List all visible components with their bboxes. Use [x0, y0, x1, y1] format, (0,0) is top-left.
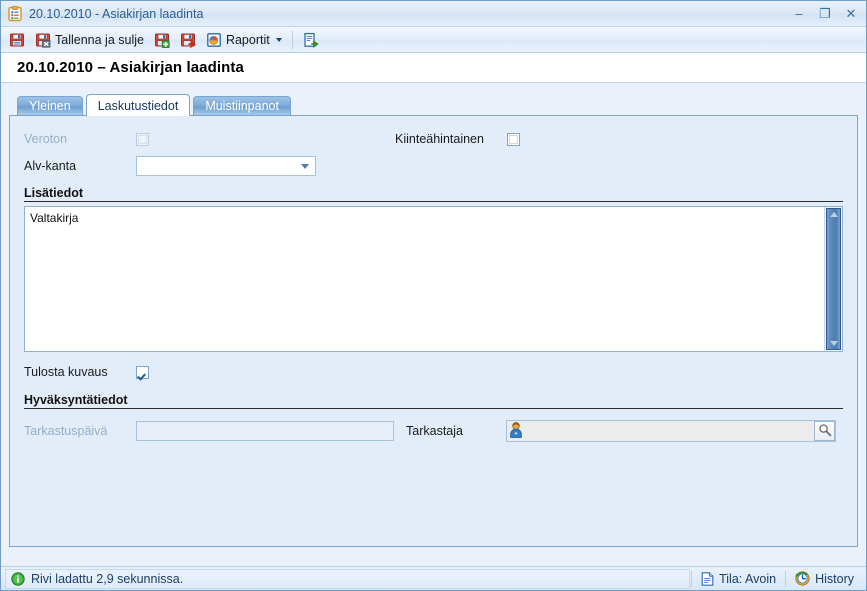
toolbar-save-and-close-label: Tallenna ja sulje [55, 32, 144, 47]
checkbox-inner [509, 134, 518, 144]
tarkastuspaiva-value [137, 422, 141, 436]
toolbar: Tallenna ja sulje Raportit [1, 27, 866, 53]
maximize-button[interactable]: ❐ [812, 4, 838, 24]
status-bar: Rivi ladattu 2,9 sekunnissa. Tila: Avoin [1, 566, 866, 590]
section-hyvaksyntatiedot: Hyväksyntätiedot [24, 393, 843, 409]
section-divider [24, 408, 843, 409]
content-area: Yleinen Laskutustiedot Muistiinpanot Ver… [1, 83, 866, 566]
section-hyvaksyntatiedot-title: Hyväksyntätiedot [24, 393, 128, 407]
row-veroton: Veroton Kiinteähintainen [24, 128, 843, 150]
checkbox-inner [138, 134, 147, 144]
history-icon [795, 571, 810, 586]
veroton-label: Veroton [24, 132, 68, 146]
toolbar-save-and-close-button[interactable]: Tallenna ja sulje [31, 28, 148, 52]
tarkastuspaiva-label: Tarkastuspäivä [24, 424, 108, 438]
tab-laskutustiedot-label: Laskutustiedot [97, 98, 179, 113]
tab-yleinen-label: Yleinen [29, 99, 71, 113]
kiinteahintainen-checkbox[interactable] [507, 132, 520, 146]
toolbar-reports-label: Raportit [225, 32, 270, 47]
tab-strip: Yleinen Laskutustiedot Muistiinpanot [9, 93, 858, 116]
toolbar-save-and-new-button[interactable] [150, 28, 174, 52]
row-tulosta-kuvaus: Tulosta kuvaus [24, 361, 843, 383]
window-title: 20.10.2010 - Asiakirjan laadinta [29, 6, 204, 21]
minimize-button[interactable]: – [786, 4, 812, 24]
row-alv-kanta: Alv-kanta [24, 154, 843, 178]
magnifier-icon [818, 423, 832, 440]
tarkastaja-lookup[interactable] [506, 420, 836, 442]
status-message: Rivi ladattu 2,9 sekunnissa. [31, 571, 184, 586]
tab-muistiinpanot-label: Muistiinpanot [205, 99, 279, 113]
title-bar: 20.10.2010 - Asiakirjan laadinta – ❐ ✕ [1, 1, 866, 27]
tab-muistiinpanot[interactable]: Muistiinpanot [193, 96, 291, 115]
reports-icon [206, 32, 222, 48]
lisatiedot-textarea-value: Valtakirja [30, 211, 79, 225]
info-icon [11, 571, 25, 586]
veroton-checkbox[interactable] [136, 132, 149, 146]
person-icon [509, 421, 523, 441]
tarkastaja-search-button[interactable] [814, 421, 835, 441]
toolbar-separator [291, 30, 293, 49]
save-new-icon [154, 32, 170, 48]
close-button[interactable]: ✕ [838, 4, 864, 24]
tab-panel-laskutustiedot: Veroton Kiinteähintainen Alv-kanta Lisät… [9, 115, 858, 547]
lisatiedot-textarea[interactable]: Valtakirja [24, 206, 843, 352]
tulosta-kuvaus-label: Tulosta kuvaus [24, 365, 108, 379]
save-icon [9, 32, 25, 48]
scroll-down-icon[interactable] [829, 341, 838, 346]
scroll-up-icon[interactable] [829, 212, 838, 217]
export-icon [303, 32, 319, 48]
tab-yleinen[interactable]: Yleinen [17, 96, 83, 115]
toolbar-reports-button[interactable]: Raportit [202, 28, 286, 52]
textarea-scrollbar[interactable] [824, 207, 842, 351]
page-title: 20.10.2010 – Asiakirjan laadinta [17, 59, 244, 76]
toolbar-export-button[interactable] [299, 28, 323, 52]
chevron-down-icon [275, 37, 282, 42]
kiinteahintainen-label: Kiinteähintainen [395, 132, 484, 146]
save-next-icon [180, 32, 196, 48]
window-controls: – ❐ ✕ [786, 4, 864, 24]
status-history-button[interactable]: History [787, 569, 862, 589]
section-lisatiedot: Lisätiedot [24, 186, 843, 202]
status-message-area: Rivi ladattu 2,9 sekunnissa. [5, 568, 691, 589]
tarkastaja-label: Tarkastaja [406, 424, 463, 438]
application-window: 20.10.2010 - Asiakirjan laadinta – ❐ ✕ T… [0, 0, 867, 591]
tulosta-kuvaus-checkbox[interactable] [136, 365, 149, 379]
status-state[interactable]: Tila: Avoin [693, 569, 784, 589]
alv-kanta-label: Alv-kanta [24, 159, 77, 173]
status-history-label: History [815, 571, 854, 586]
chevron-down-icon [301, 163, 309, 169]
tab-laskutustiedot[interactable]: Laskutustiedot [85, 94, 191, 116]
toolbar-save-button[interactable] [5, 28, 29, 52]
page-header: 20.10.2010 – Asiakirjan laadinta [1, 53, 866, 83]
clipboard-icon [7, 5, 23, 22]
status-separator [691, 570, 693, 587]
section-divider [24, 201, 843, 202]
save-close-icon [35, 32, 51, 48]
tarkastuspaiva-input[interactable] [136, 421, 394, 441]
row-tarkastus: Tarkastuspäivä Tarkastaja [24, 419, 843, 443]
document-icon [701, 571, 714, 586]
status-separator [785, 570, 787, 587]
status-state-label: Tila: Avoin [719, 571, 777, 586]
toolbar-save-and-next-button[interactable] [176, 28, 200, 52]
scrollbar-thumb[interactable] [826, 208, 841, 350]
section-lisatiedot-title: Lisätiedot [24, 186, 84, 200]
alv-kanta-select[interactable] [136, 156, 316, 176]
